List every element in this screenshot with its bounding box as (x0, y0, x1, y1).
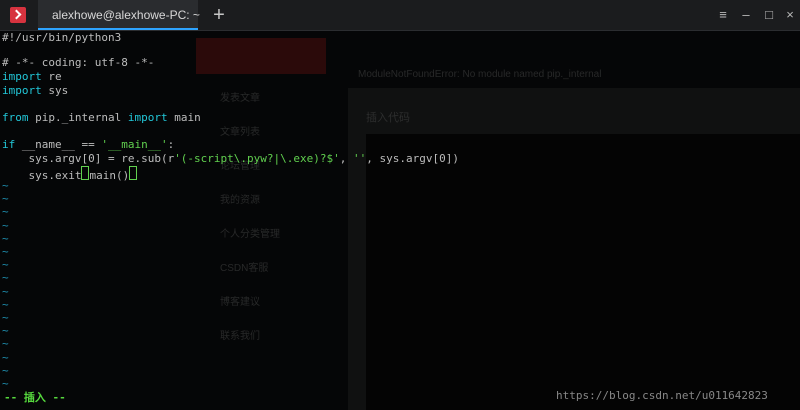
maximize-button[interactable]: □ (761, 7, 777, 23)
add-tab-button[interactable]: + (209, 5, 229, 25)
empty-line-tilde: ~ (2, 271, 9, 285)
empty-line-tilde: ~ (2, 205, 9, 219)
code-line-4: import re (2, 70, 62, 83)
terminal-tab[interactable]: alexhowe@alexhowe-PC: ~ (38, 0, 200, 30)
empty-line-tilde: ~ (2, 179, 9, 192)
empty-line-tilde: ~ (2, 192, 9, 206)
close-button[interactable]: × (782, 7, 798, 23)
code-line-11: sys.exit main() (2, 166, 138, 182)
insert-cursor (129, 166, 138, 180)
vim-mode-indicator: -- 插入 -- (4, 391, 66, 404)
empty-line-tilde: ~ (2, 337, 9, 351)
code-line-1: #!/usr/bin/python3 (2, 31, 122, 44)
empty-line-tilde: ~ (2, 363, 9, 377)
empty-line-tilde: ~ (2, 284, 9, 298)
code-line-3: # -*- coding: utf-8 -*- (2, 56, 155, 69)
empty-line-tilde: ~ (2, 218, 9, 232)
code-line-7: from pip._internal import main (2, 111, 201, 124)
csdn-watermark: https://blog.csdn.net/u011642823 (556, 389, 768, 402)
empty-line-tilde: ~ (2, 231, 9, 245)
menu-button[interactable]: ≡ (715, 7, 731, 23)
code-line-10: sys.argv[0] = re.sub(r'(-script\.pyw?|\.… (2, 152, 459, 165)
empty-line-tilde: ~ (2, 350, 9, 364)
empty-line-tilde: ~ (2, 324, 9, 338)
empty-line-tilde: ~ (2, 297, 9, 311)
terminal-icon (10, 7, 26, 23)
code-line-9: if __name__ == '__main__': (2, 138, 175, 151)
tab-title: alexhowe@alexhowe-PC: ~ (52, 8, 200, 22)
empty-line-tilde: ~ (2, 258, 9, 272)
code-line-5: import sys (2, 84, 69, 97)
empty-line-tilde: ~ (2, 245, 9, 258)
minimize-button[interactable]: – (738, 7, 754, 23)
title-bar: alexhowe@alexhowe-PC: ~ + ≡ – □ × (0, 0, 800, 31)
empty-line-tilde: ~ (2, 311, 9, 324)
terminal-view[interactable]: #!/usr/bin/python3 # -*- coding: utf-8 -… (0, 31, 800, 410)
